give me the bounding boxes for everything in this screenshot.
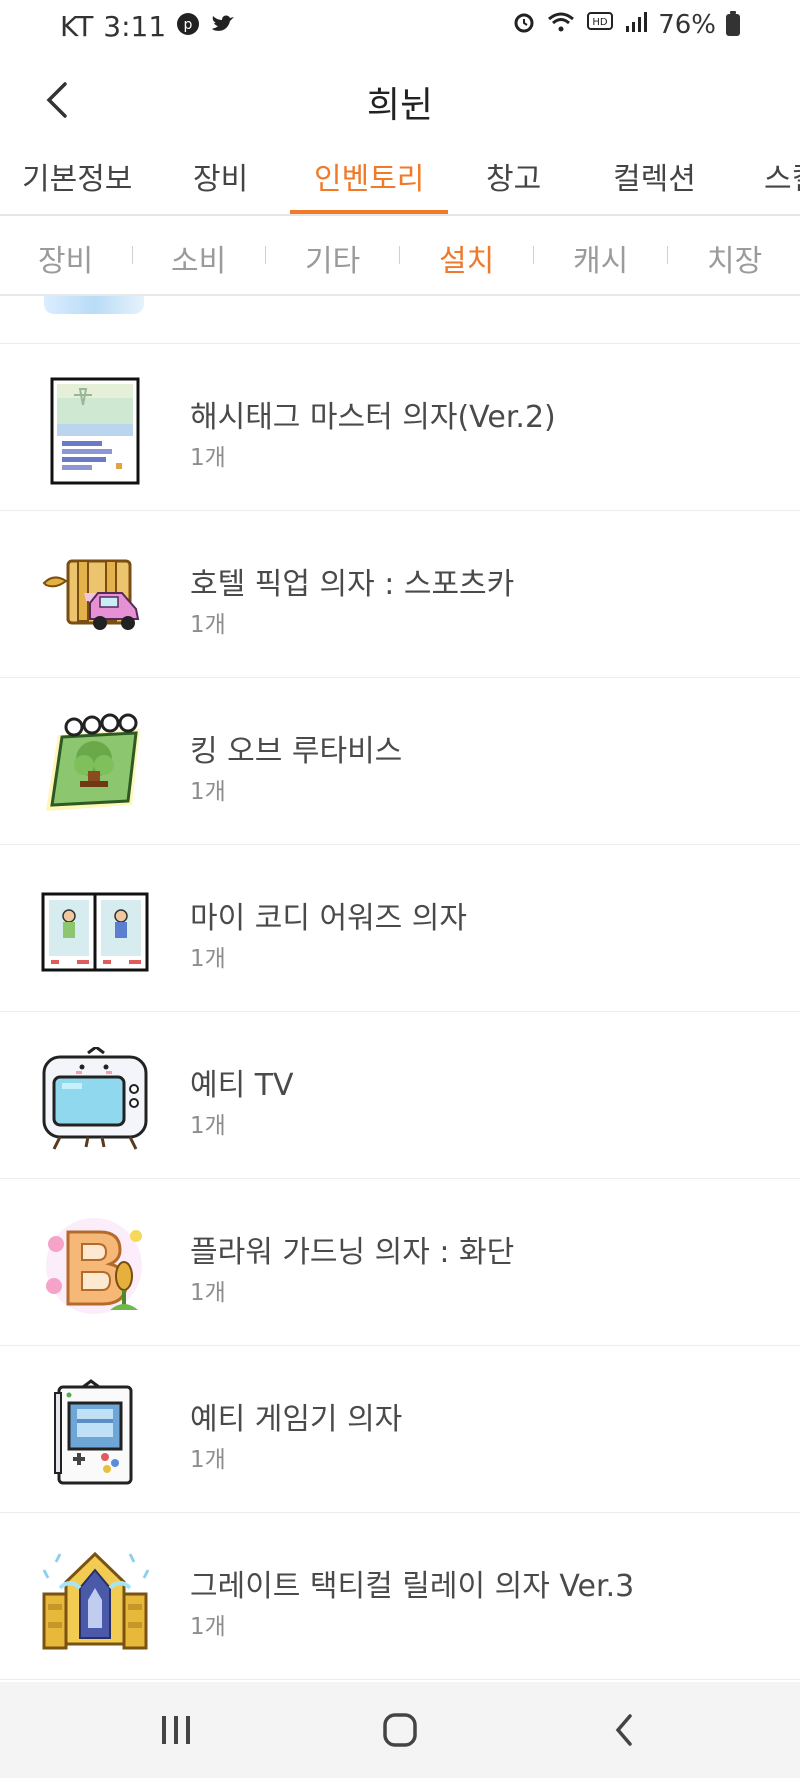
item-count: 1개 — [190, 612, 226, 638]
signal-icon — [624, 10, 648, 40]
list-item[interactable]: 킹 오브 루타비스 1개 — [0, 678, 800, 845]
item-count: 1개 — [190, 1280, 226, 1306]
item-name: 해시태그 마스터 의자(Ver.2) — [190, 400, 556, 435]
svg-text:HD: HD — [593, 17, 609, 28]
back-icon — [615, 1714, 632, 1746]
main-tabs: 기본정보 장비 인벤토리 창고 컬렉션 스킬 — [0, 140, 800, 216]
status-right: HD 76% — [512, 10, 740, 40]
status-bar: KT 3:11 p HD 76% — [0, 0, 800, 60]
subtab-equipment[interactable]: 장비 — [38, 236, 93, 280]
item-name: 예티 TV — [190, 1068, 294, 1103]
status-left: KT 3:11 p — [60, 10, 236, 43]
subtab-etc[interactable]: 기타 — [305, 236, 360, 280]
tab-collection[interactable]: 컬렉션 — [613, 154, 696, 214]
list-item[interactable]: 호텔 픽업 의자 : 스포츠카 1개 — [0, 511, 800, 678]
divider — [533, 246, 534, 264]
yeti-tv-icon — [40, 1044, 150, 1154]
system-back-button[interactable] — [594, 1702, 654, 1758]
carrier-label: KT — [60, 10, 94, 43]
list-item[interactable]: 마이 코디 어워즈 의자 1개 — [0, 845, 800, 1012]
subtab-consumable[interactable]: 소비 — [171, 236, 226, 280]
list-item[interactable] — [0, 296, 800, 344]
award-cards-icon — [40, 877, 150, 987]
tab-skill[interactable]: 스킬 — [764, 154, 800, 214]
divider — [265, 246, 266, 264]
sportscar-chair-icon — [40, 543, 150, 653]
item-name: 플라워 가드닝 의자 : 화단 — [190, 1235, 515, 1270]
twitter-icon — [210, 13, 236, 41]
item-name: 마이 코디 어워즈 의자 — [190, 901, 468, 936]
list-item[interactable]: 그레이트 택티컬 릴레이 의자 Ver.3 1개 — [0, 1513, 800, 1680]
item-count: 1개 — [190, 946, 226, 972]
clock: 3:11 — [103, 10, 167, 43]
tab-equipment[interactable]: 장비 — [193, 154, 248, 214]
recent-apps-icon — [162, 1716, 190, 1744]
golden-throne-icon — [40, 1545, 150, 1655]
item-name: 호텔 픽업 의자 : 스포츠카 — [190, 567, 515, 602]
list-item[interactable]: 해시태그 마스터 의자(Ver.2) 1개 — [0, 344, 800, 511]
item-name: 예티 게임기 의자 — [190, 1402, 403, 1437]
item-count: 1개 — [190, 1447, 226, 1473]
subtab-cosmetic[interactable]: 치장 — [707, 236, 762, 280]
list-item[interactable]: 플라워 가드닝 의자 : 화단 1개 — [0, 1179, 800, 1346]
sub-tabs: 장비 소비 기타 설치 캐시 치장 — [0, 216, 800, 296]
divider — [399, 246, 400, 264]
svg-text:p: p — [184, 17, 193, 33]
item-count: 1개 — [190, 779, 226, 805]
pinterest-icon: p — [176, 12, 200, 42]
flower-b-icon — [40, 1211, 150, 1321]
yeti-gameboy-icon — [40, 1378, 150, 1488]
hd-voice-icon: HD — [586, 10, 614, 40]
alarm-icon — [512, 10, 536, 40]
wifi-icon — [546, 10, 576, 40]
home-icon — [383, 1713, 417, 1747]
tab-inventory[interactable]: 인벤토리 — [289, 154, 449, 214]
home-button[interactable] — [370, 1702, 430, 1758]
app-bar: 희뉜 — [0, 60, 800, 140]
item-count: 1개 — [190, 1614, 226, 1640]
list-item[interactable]: 예티 TV 1개 — [0, 1012, 800, 1179]
item-name: 킹 오브 루타비스 — [190, 734, 403, 769]
item-list: 해시태그 마스터 의자(Ver.2) 1개 호텔 픽업 의자 : 스포츠카 1개 — [0, 296, 800, 1682]
battery-percent: 76% — [658, 10, 716, 40]
book-chair-icon — [40, 710, 150, 820]
tab-storage[interactable]: 창고 — [486, 154, 541, 214]
subtab-cash[interactable]: 캐시 — [573, 236, 628, 280]
item-name: 그레이트 택티컬 릴레이 의자 Ver.3 — [190, 1569, 635, 1604]
tab-basic-info[interactable]: 기본정보 — [22, 154, 132, 214]
item-count: 1개 — [190, 445, 226, 471]
item-count: 1개 — [190, 1113, 226, 1139]
list-item[interactable]: 예티 게임기 의자 1개 — [0, 1346, 800, 1513]
hashtag-chair-icon — [40, 376, 150, 486]
system-nav-bar — [0, 1682, 800, 1778]
battery-icon — [726, 11, 740, 36]
recent-apps-button[interactable] — [146, 1702, 206, 1758]
item-thumbnail — [44, 296, 144, 314]
page-title: 희뉜 — [366, 85, 434, 126]
divider — [667, 246, 668, 264]
divider — [132, 246, 133, 264]
subtab-install[interactable]: 설치 — [439, 236, 494, 280]
